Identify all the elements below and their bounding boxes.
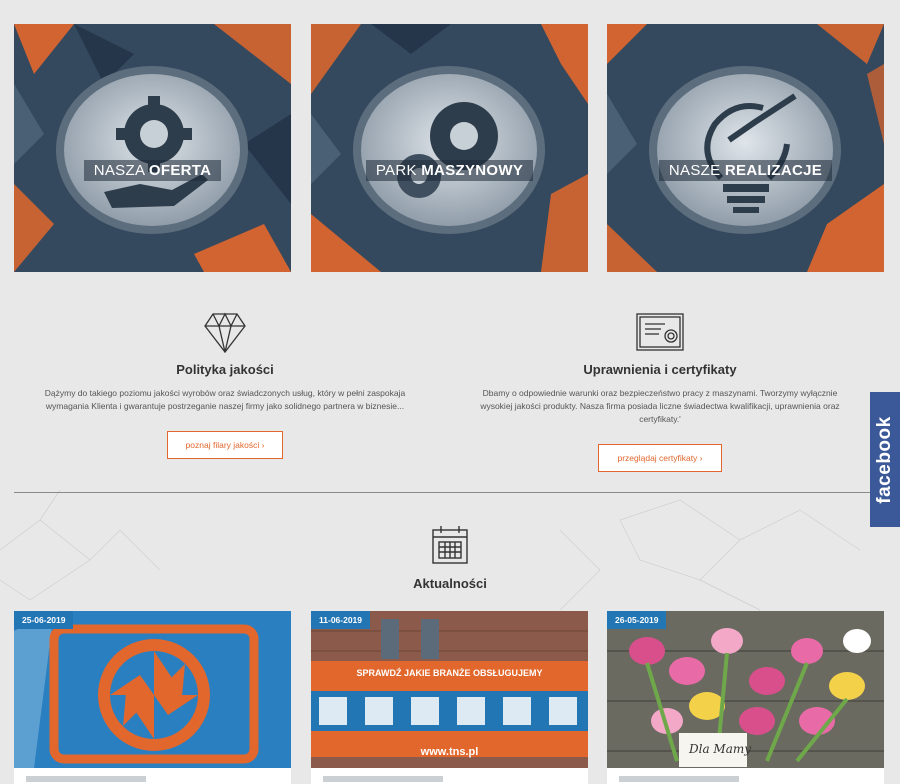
gears-icon (353, 66, 545, 234)
tile-label: PARK MASZYNOWY (311, 160, 588, 181)
news-card-text: Dla Mamy (689, 742, 752, 756)
news-banner-text: SPRAWDŹ JAKIE BRANŻE OBSŁUGUJEMY (356, 668, 543, 678)
news-image (14, 611, 291, 768)
calendar-icon (432, 526, 468, 564)
tile-label: NASZA OFERTA (14, 160, 291, 181)
date-badge: 26-05-2019 (607, 611, 667, 629)
feature-certificates: Uprawnienia i certyfikaty Dbamy o odpowi… (450, 312, 870, 472)
news-banner-url: www.tns.pl (420, 746, 479, 758)
news-title-placeholder (323, 776, 443, 782)
news-title-placeholder (26, 776, 146, 782)
tile-park-maszynowy[interactable]: PARK MASZYNOWY (311, 24, 588, 272)
feature-text: Dążymy do takiego poziomu jakości wyrobó… (44, 388, 406, 411)
feature-quality-policy: Polityka jakości Dążymy do takiego pozio… (15, 312, 435, 459)
news-header: Aktualności (0, 525, 900, 591)
lightbulb-arrows-icon (649, 66, 841, 234)
date-badge: 25-06-2019 (14, 611, 74, 629)
certificate-icon (636, 313, 684, 351)
tile-label: NASZE REALIZACJE (607, 160, 884, 181)
news-heading: Aktualności (413, 576, 487, 591)
feature-title: Uprawnienia i certyfikaty (583, 362, 737, 377)
news-card[interactable]: 26-05-2019 Dla Mamy (607, 611, 884, 784)
feature-title: Polityka jakości (176, 362, 274, 377)
feature-text: Dbamy o odpowiednie warunki oraz bezpiec… (480, 388, 840, 424)
tile-nasze-realizacje[interactable]: NASZE REALIZACJE (607, 24, 884, 272)
browse-certificates-button[interactable]: przeglądaj certyfikaty › (598, 444, 722, 472)
news-card[interactable]: 11-06-2019 SPRAWDŹ JAKIE BRANŻE OBSŁUGUJ… (311, 611, 588, 784)
news-image (311, 611, 588, 768)
quality-pillars-button[interactable]: poznaj filary jakości › (166, 431, 284, 459)
diamond-icon (204, 312, 246, 354)
news-card[interactable]: 25-06-2019 (14, 611, 291, 784)
date-badge: 11-06-2019 (311, 611, 371, 629)
facebook-label: facebook (874, 415, 895, 504)
tile-nasza-oferta[interactable]: NASZA OFERTA (14, 24, 291, 272)
gear-hand-icon (56, 66, 248, 234)
section-divider (14, 492, 886, 493)
news-title-placeholder (619, 776, 739, 782)
facebook-tab[interactable]: facebook (870, 392, 900, 527)
